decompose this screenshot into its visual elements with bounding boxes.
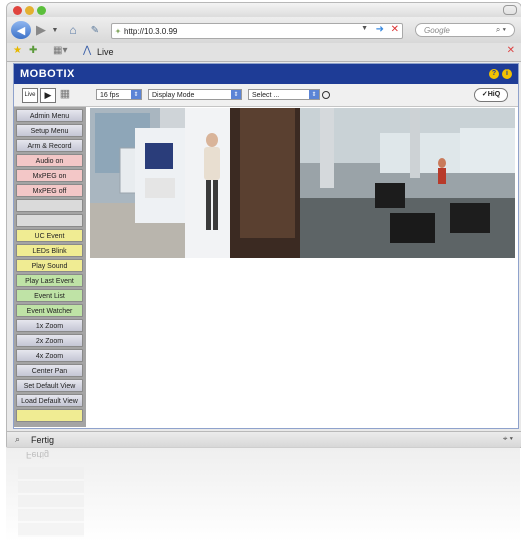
- bookmark-icon[interactable]: ✚: [29, 45, 37, 56]
- sidebar-button-event-watcher[interactable]: Event Watcher: [16, 304, 83, 317]
- camera-select-value: Select ...: [252, 92, 280, 99]
- navigation-toolbar: ◀ ▶ ▼ ⌂ ✎ ✦ http://10.3.0.99 ▼ ➜ ✕ Googl…: [7, 17, 521, 43]
- control-bar: Live ▶ ▦ 16 fps ⇕ Display Mode ⇕ Select ..…: [14, 84, 518, 107]
- fps-select[interactable]: 16 fps ⇕: [96, 89, 142, 100]
- reflection-status-text: Fertig: [26, 450, 50, 460]
- browser-window: ◀ ▶ ▼ ⌂ ✎ ✦ http://10.3.0.99 ▼ ➜ ✕ Googl…: [6, 2, 521, 448]
- sidebar-button-blank-7[interactable]: [16, 214, 83, 227]
- tab-live[interactable]: Live: [97, 47, 114, 57]
- fps-value: 16 fps: [100, 92, 120, 99]
- sidebar-button-admin-menu[interactable]: Admin Menu: [16, 109, 83, 122]
- display-mode-select[interactable]: Display Mode ⇕: [148, 89, 242, 100]
- sidebar-button-play-sound[interactable]: Play Sound: [16, 259, 83, 272]
- forward-arrow-icon[interactable]: ▶: [33, 21, 49, 39]
- history-dropdown-icon[interactable]: ▼: [51, 21, 59, 39]
- search-icon[interactable]: ⌕ ▾: [496, 25, 506, 35]
- stop-icon[interactable]: ✕: [391, 24, 399, 35]
- sidebar-button-2x-zoom[interactable]: 2x Zoom: [16, 334, 83, 347]
- camera-select[interactable]: Select ... ⇕: [248, 89, 320, 100]
- site-tab-icon: ⋀: [83, 45, 92, 56]
- record-indicator-icon: [322, 91, 330, 99]
- zoom-window-button[interactable]: [37, 6, 46, 15]
- sidebar-button-center-pan[interactable]: Center Pan: [16, 364, 83, 377]
- bookmarks-tab-bar: ★ ✚ ▦▾ ⋀ Live ✕: [7, 43, 521, 62]
- home-icon[interactable]: ⌂: [65, 21, 81, 39]
- live-view-button[interactable]: Live: [22, 88, 38, 103]
- tab-grid-icon[interactable]: ▦▾: [53, 45, 67, 56]
- status-text: Fertig: [31, 435, 55, 445]
- sidebar-button-setup-menu[interactable]: Setup Menu: [16, 124, 83, 137]
- toolbar-toggle-button[interactable]: [503, 5, 517, 15]
- status-search-icon: ⌕: [15, 434, 21, 444]
- close-window-button[interactable]: [13, 6, 22, 15]
- sidebar: Admin Menu Setup Menu Arm & Record Audio on…: [14, 107, 86, 427]
- mobotix-logo: MOBOTIX: [20, 68, 75, 80]
- sidebar-button-mxpeg-on[interactable]: MxPEG on: [16, 169, 83, 182]
- close-tab-icon[interactable]: ✕: [507, 45, 515, 56]
- url-dropdown-icon[interactable]: ▼: [361, 25, 368, 32]
- address-text: http://10.3.0.99: [124, 26, 178, 36]
- site-favicon-icon: ✦: [114, 26, 122, 36]
- sidebar-button-leds-blink[interactable]: LEDs Blink: [16, 244, 83, 257]
- sidebar-button-4x-zoom[interactable]: 4x Zoom: [16, 349, 83, 362]
- app-header: MOBOTIX ? i: [14, 64, 518, 84]
- minimize-window-button[interactable]: [25, 6, 34, 15]
- sidebar-button-load-default-view[interactable]: Load Default View: [16, 394, 83, 407]
- back-arrow-icon[interactable]: ◀: [11, 21, 31, 39]
- go-arrow-icon[interactable]: ➜: [376, 24, 384, 35]
- window-reflection: Fertig: [6, 447, 520, 542]
- camera-image: [90, 108, 515, 258]
- addon-icon[interactable]: ✎: [87, 21, 103, 39]
- play-icon[interactable]: ▶: [40, 88, 56, 103]
- sidebar-button-1x-zoom[interactable]: 1x Zoom: [16, 319, 83, 332]
- display-mode-value: Display Mode: [152, 92, 195, 99]
- sidebar-button-audio-on[interactable]: Audio on: [16, 154, 83, 167]
- sidebar-button-arm-record[interactable]: Arm & Record: [16, 139, 83, 152]
- title-bar: [7, 3, 521, 17]
- sidebar-button-play-last-event[interactable]: Play Last Event: [16, 274, 83, 287]
- sidebar-button-set-default-view[interactable]: Set Default View: [16, 379, 83, 392]
- hiq-toggle-button[interactable]: ✓HiQ: [474, 88, 508, 102]
- sidebar-button-blank-20[interactable]: [16, 409, 83, 422]
- help-icon[interactable]: ?: [489, 69, 499, 79]
- star-icon[interactable]: ★: [13, 45, 22, 56]
- sidebar-button-uc-event[interactable]: UC Event: [16, 229, 83, 242]
- camera-live-image[interactable]: [90, 108, 515, 258]
- status-zoom-icon[interactable]: ⌖ ▾: [503, 434, 513, 444]
- sidebar-button-event-list[interactable]: Event List: [16, 289, 83, 302]
- sidebar-button-mxpeg-off[interactable]: MxPEG off: [16, 184, 83, 197]
- status-bar: ⌕ Fertig ⌖ ▾: [7, 431, 521, 447]
- search-input[interactable]: Google ⌕ ▾: [415, 23, 515, 37]
- address-bar[interactable]: ✦ http://10.3.0.99 ▼ ➜ ✕: [111, 23, 403, 39]
- camera-web-app: MOBOTIX ? i Live ▶ ▦ 16 fps ⇕ Display Mod…: [13, 63, 519, 429]
- multiview-grid-icon[interactable]: ▦: [58, 88, 72, 101]
- reflection-sidebar: [18, 467, 84, 537]
- info-icon[interactable]: i: [502, 69, 512, 79]
- sidebar-button-blank-6[interactable]: [16, 199, 83, 212]
- search-placeholder: Google: [424, 25, 450, 35]
